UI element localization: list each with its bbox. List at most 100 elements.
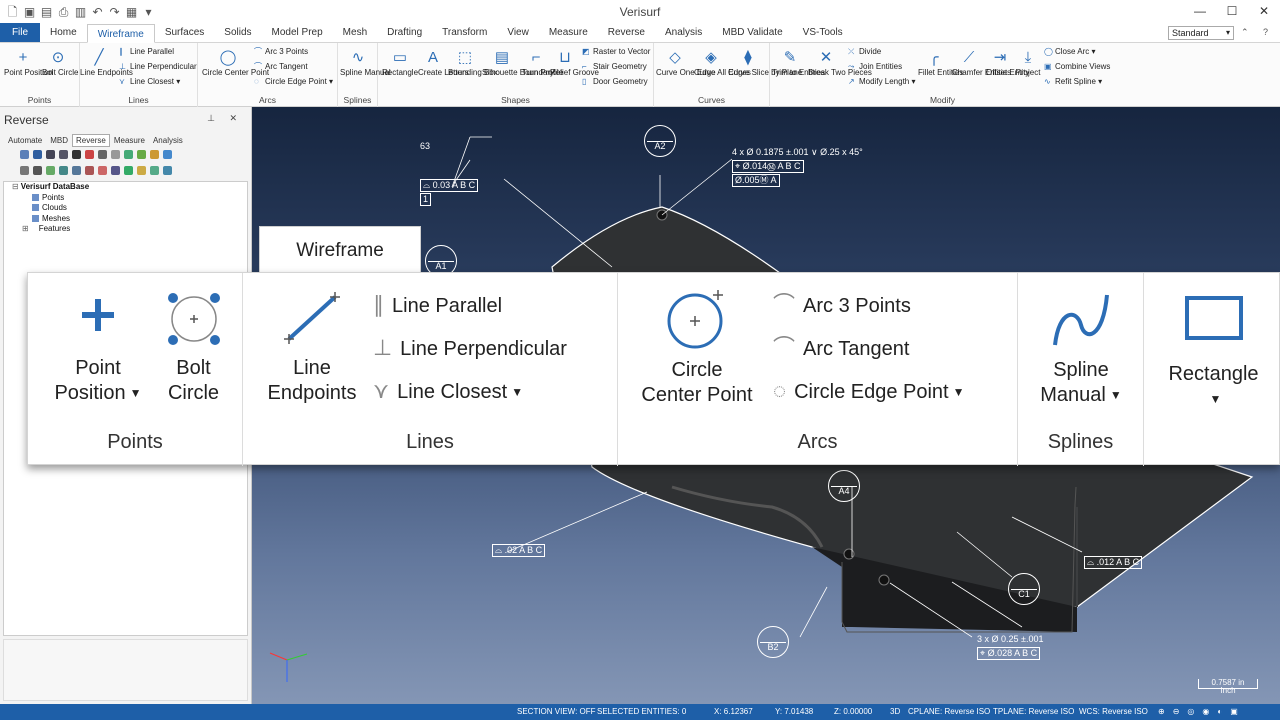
divide-button[interactable]: ⤫ Divide	[848, 47, 881, 57]
tool-icon[interactable]	[98, 166, 107, 175]
tool-icon[interactable]	[85, 166, 94, 175]
status-view-icons[interactable]: ⊕⊖◎◉◐▣	[1158, 704, 1246, 720]
arc-3-points-button[interactable]: ⌒ Arc 3 Points	[254, 47, 308, 57]
tab-view[interactable]: View	[497, 23, 539, 42]
tool-icon[interactable]	[150, 166, 159, 175]
close-arc-button[interactable]: ◯ Close Arc ▾	[1044, 47, 1095, 57]
panel-tab-automate[interactable]: Automate	[4, 134, 46, 147]
tool-icon[interactable]	[111, 166, 120, 175]
qa-dropdown-icon[interactable]: ▾	[142, 5, 155, 19]
ribbon-controls[interactable]: ⌃ ?	[1241, 27, 1274, 38]
zoom-spline-manual-button[interactable]: Spline Manual ▼	[1024, 289, 1138, 408]
join-entities-button[interactable]: ⤳ Join Entities	[848, 62, 902, 72]
tool-icon[interactable]	[72, 166, 81, 175]
tool-icon[interactable]	[46, 166, 55, 175]
print-preview-icon[interactable]: ▥	[74, 5, 87, 19]
door-geometry-button[interactable]: ▯ Door Geometry	[582, 77, 648, 87]
zoom-line-perpendicular-button[interactable]: ⊥ Line Perpendicular	[373, 336, 567, 361]
refit-spline-button[interactable]: ∿ Refit Spline ▾	[1044, 77, 1102, 87]
zoom-bolt-circle-button[interactable]: Bolt Circle	[156, 289, 231, 406]
tool-icon[interactable]	[124, 166, 133, 175]
line-endpoints-button[interactable]: ╱ Line Endpoints	[80, 47, 133, 78]
panel-controls[interactable]: ⊥ ✕	[207, 113, 243, 124]
combine-views-button[interactable]: ▣ Combine Views	[1044, 62, 1110, 72]
create-letters-button[interactable]: A Create Letters	[418, 47, 469, 78]
zoom-circle-center-point-button[interactable]: Circle Center Point	[632, 287, 762, 408]
tab-mesh[interactable]: Mesh	[333, 23, 377, 42]
tool-icon[interactable]	[20, 166, 29, 175]
tool-icon[interactable]	[72, 150, 81, 159]
maximize-button[interactable]: ☐	[1216, 0, 1248, 24]
point-position-button[interactable]: + Point Position	[4, 47, 53, 78]
offset-entity-button[interactable]: ⇥ Offset Entity	[986, 47, 1029, 78]
tool-icon[interactable]	[137, 150, 146, 159]
tool-icon[interactable]	[124, 150, 133, 159]
tool-icon[interactable]	[85, 150, 94, 159]
bolt-circle-button[interactable]: ⊙ Bolt Circle	[42, 47, 78, 78]
tool-icon[interactable]	[59, 166, 68, 175]
tool-icon[interactable]	[111, 150, 120, 159]
tool-icon[interactable]	[150, 150, 159, 159]
panel-tab-analysis[interactable]: Analysis	[149, 134, 187, 147]
tab-transform[interactable]: Transform	[432, 23, 497, 42]
trim-to-entities-button[interactable]: ✎ Trim to Entities	[772, 47, 825, 78]
tool-icon[interactable]	[20, 150, 29, 159]
tree-root[interactable]: Verisurf DataBase	[4, 182, 247, 193]
fillet-entities-button[interactable]: ╭ Fillet Entities	[918, 47, 963, 78]
project-button[interactable]: ⤓ Project	[1014, 47, 1042, 78]
tool-icon[interactable]	[46, 150, 55, 159]
tab-model-prep[interactable]: Model Prep	[262, 23, 333, 42]
panel-tab-reverse[interactable]: Reverse	[72, 134, 110, 147]
panel-tab-measure[interactable]: Measure	[110, 134, 149, 147]
tree-item-features[interactable]: Features	[4, 224, 247, 235]
print-icon[interactable]: ⎙	[57, 5, 70, 19]
zoom-line-parallel-button[interactable]: ∥ Line Parallel	[373, 293, 502, 318]
status-mode[interactable]: 3D	[890, 704, 900, 720]
zoom-line-endpoints-button[interactable]: Line Endpoints	[257, 287, 367, 406]
tool-icon[interactable]	[163, 150, 172, 159]
chamfer-entities-button[interactable]: ⟋ Chamfer Entities	[952, 47, 1011, 78]
panel-tab-mbd[interactable]: MBD	[46, 134, 72, 147]
zoom-arc-tangent-button[interactable]: ⌒ Arc Tangent	[773, 336, 909, 361]
status-tplane[interactable]: TPLANE: Reverse ISO	[993, 704, 1074, 720]
save-icon[interactable]: ▣	[23, 5, 36, 19]
raster-to-vector-button[interactable]: ◩ Raster to Vector	[582, 47, 650, 57]
tool-icon[interactable]	[98, 150, 107, 159]
circle-edge-point-button[interactable]: ◌ Circle Edge Point ▾	[254, 77, 333, 87]
status-section-view[interactable]: SECTION VIEW: OFF	[517, 704, 596, 720]
new-file-icon[interactable]: 🗋	[6, 5, 19, 19]
stair-geometry-button[interactable]: ⌐ Stair Geometry	[582, 62, 647, 72]
minimize-button[interactable]: —	[1184, 0, 1216, 24]
relief-groove-button[interactable]: ⊔ Relief Groove	[550, 47, 599, 78]
rectangle-button[interactable]: ▭ Rectangle	[382, 47, 418, 78]
tab-surfaces[interactable]: Surfaces	[155, 23, 214, 42]
tab-reverse[interactable]: Reverse	[598, 23, 655, 42]
curve-slice-button[interactable]: ⧫ Curve Slice by Plane	[728, 47, 802, 78]
qa-options-icon[interactable]: ▦	[125, 5, 138, 19]
tab-drafting[interactable]: Drafting	[377, 23, 432, 42]
tab-analysis[interactable]: Analysis	[655, 23, 712, 42]
line-perpendicular-button[interactable]: ⊥ Line Perpendicular	[119, 62, 197, 72]
curve-all-edges-button[interactable]: ◈ Curve All Edges	[694, 47, 751, 78]
spline-manual-button[interactable]: ∿ Spline Manual	[340, 47, 391, 78]
redo-icon[interactable]: ↷	[108, 5, 121, 19]
standard-select[interactable]: Standard	[1168, 26, 1234, 40]
modify-length-button[interactable]: ↗ Modify Length ▾	[848, 77, 916, 87]
arc-tangent-button[interactable]: ⌒ Arc Tangent	[254, 62, 308, 72]
tab-wireframe[interactable]: Wireframe	[86, 24, 155, 43]
tree-item-meshes[interactable]: Meshes	[4, 214, 247, 225]
zoom-rectangle-button[interactable]: Rectangle ▼	[1156, 295, 1271, 412]
line-closest-button[interactable]: ⋎ Line Closest ▾	[119, 77, 180, 87]
silhouette-boundary-button[interactable]: ▤ Silhouette Boundary	[482, 47, 554, 78]
tree-item-clouds[interactable]: Clouds	[4, 203, 247, 214]
undo-icon[interactable]: ↶	[91, 5, 104, 19]
line-parallel-button[interactable]: ∥ Line Parallel	[119, 47, 174, 57]
break-two-pieces-button[interactable]: ✕ Break Two Pieces	[808, 47, 872, 78]
close-button[interactable]: ✕	[1248, 0, 1280, 24]
turn-profile-button[interactable]: ⌐ Turn Profile	[522, 47, 563, 78]
zoom-point-position-button[interactable]: Point Position ▼	[38, 295, 158, 406]
curve-one-edge-button[interactable]: ◇ Curve One Edge	[656, 47, 716, 78]
tool-icon[interactable]	[163, 166, 172, 175]
tab-vs-tools[interactable]: VS-Tools	[793, 23, 853, 42]
tab-measure[interactable]: Measure	[539, 23, 598, 42]
